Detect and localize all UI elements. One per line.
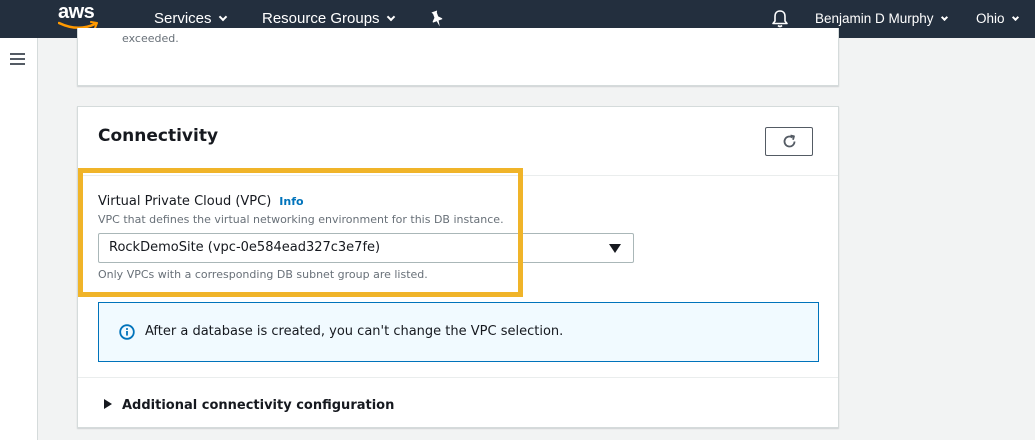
services-label: Services	[154, 10, 212, 27]
info-link[interactable]: Info	[279, 195, 303, 208]
caret-right-icon	[104, 399, 112, 409]
connectivity-panel: Connectivity Virtual Private Cloud (VPC)…	[77, 106, 839, 428]
bell-icon[interactable]	[771, 9, 789, 29]
info-alert: After a database is created, you can't c…	[98, 302, 819, 362]
vpc-label-text: Virtual Private Cloud (VPC)	[98, 194, 272, 209]
previous-panel-text: exceeded.	[122, 32, 179, 45]
alert-text: After a database is created, you can't c…	[145, 324, 564, 339]
previous-settings-panel: exceeded.	[77, 28, 839, 86]
vpc-constraint-text: Only VPCs with a corresponding DB subnet…	[98, 268, 428, 281]
info-icon	[119, 324, 135, 340]
chevron-down-icon	[940, 13, 948, 22]
region-name: Ohio	[976, 11, 1005, 26]
resource-groups-label: Resource Groups	[262, 10, 380, 27]
vpc-field-label: Virtual Private Cloud (VPC) Info	[98, 194, 304, 209]
divider	[78, 377, 838, 378]
user-name: Benjamin D Murphy	[815, 11, 934, 26]
vpc-field-description: VPC that defines the virtual networking …	[98, 213, 504, 226]
side-navigation-rail	[0, 38, 38, 440]
vpc-select-value: RockDemoSite (vpc-0e584ead327c3e7fe)	[109, 240, 381, 255]
pin-icon[interactable]	[429, 10, 445, 28]
hamburger-menu-icon[interactable]	[10, 53, 25, 65]
chevron-down-icon	[218, 12, 227, 22]
refresh-button[interactable]	[765, 127, 813, 156]
panel-title: Connectivity	[98, 126, 219, 146]
expander-label: Additional connectivity configuration	[122, 398, 395, 413]
caret-down-icon	[609, 244, 621, 253]
region-menu[interactable]: Ohio	[976, 0, 1019, 38]
divider	[78, 175, 838, 176]
chevron-down-icon	[1011, 13, 1019, 22]
vpc-select[interactable]: RockDemoSite (vpc-0e584ead327c3e7fe)	[98, 233, 634, 263]
additional-connectivity-expander[interactable]: Additional connectivity configuration	[104, 394, 395, 413]
chevron-down-icon	[386, 12, 395, 22]
refresh-icon	[783, 134, 796, 148]
